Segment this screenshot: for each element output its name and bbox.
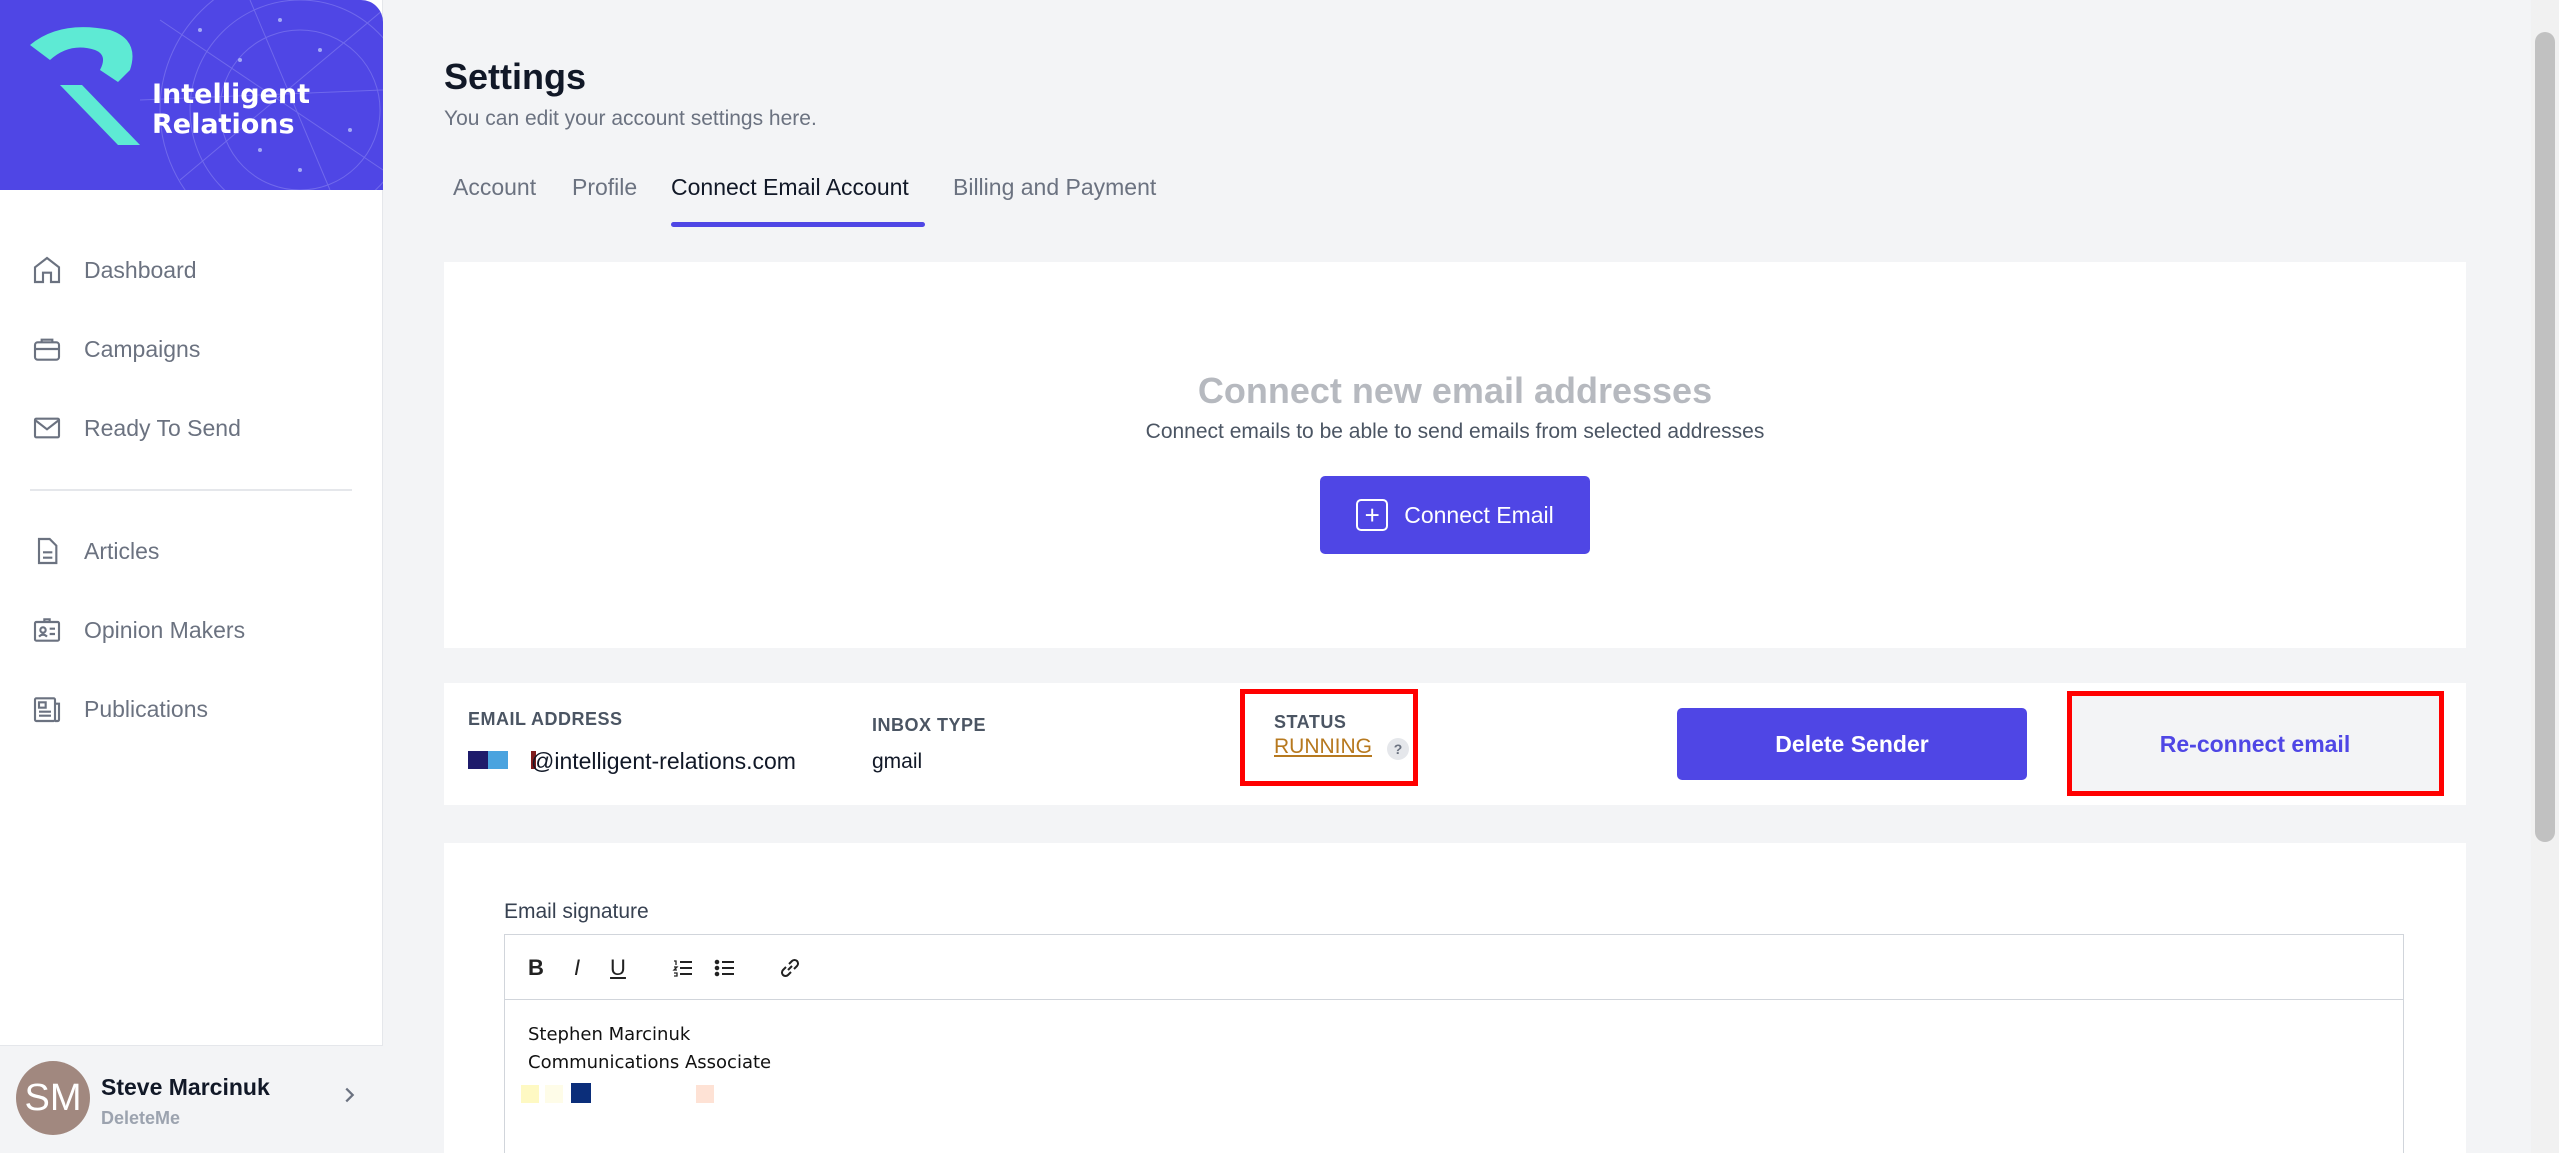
editor-toolbar: B I U: [505, 935, 2403, 1000]
user-name: Steve Marcinuk: [101, 1074, 270, 1100]
underline-button[interactable]: U: [603, 953, 633, 983]
sidebar-item-publications[interactable]: Publications: [30, 687, 360, 731]
sidebar-item-ready-to-send[interactable]: Ready To Send: [30, 406, 360, 450]
bold-button[interactable]: B: [521, 953, 551, 983]
connect-subtitle: Connect emails to be able to send emails…: [1145, 420, 1765, 443]
email-signature-label: Email signature: [504, 900, 649, 923]
delete-sender-button[interactable]: Delete Sender: [1677, 708, 2027, 780]
connect-email-button[interactable]: + Connect Email: [1320, 476, 1590, 554]
sidebar-item-label: Publications: [84, 695, 209, 722]
mail-icon: [30, 411, 64, 445]
tab-connect-email-account[interactable]: Connect Email Account: [671, 174, 909, 201]
sidebar-item-dashboard[interactable]: Dashboard: [30, 248, 360, 292]
document-icon: [30, 534, 64, 568]
connect-title: Connect new email addresses: [1197, 370, 1713, 411]
newspaper-icon: [30, 692, 64, 726]
page-subtitle: You can edit your account settings here.: [444, 107, 817, 130]
signature-title-line: Communications Associate: [528, 1052, 772, 1073]
sidebar: Intelligent Relations Dashboard Campaign…: [0, 0, 383, 1153]
swatch: [488, 751, 508, 769]
sidebar-item-label: Ready To Send: [84, 414, 241, 441]
brand-logo[interactable]: Intelligent Relations: [0, 0, 383, 190]
brand-line-1: Intelligent: [152, 79, 311, 110]
connect-email-label: Connect Email: [1404, 501, 1554, 528]
italic-button[interactable]: I: [562, 953, 592, 983]
scrollbar-thumb[interactable]: [2535, 32, 2555, 842]
sidebar-item-opinion-makers[interactable]: Opinion Makers: [30, 608, 360, 652]
reconnect-email-button[interactable]: Re-connect email: [2079, 708, 2431, 780]
signature-editor[interactable]: B I U Stephen Marcinuk Communications As…: [504, 934, 2404, 1153]
sidebar-item-label: Campaigns: [84, 335, 201, 362]
sidebar-item-articles[interactable]: Articles: [30, 529, 360, 573]
page-title: Settings: [444, 56, 587, 97]
swatch: [508, 751, 531, 769]
plus-square-icon: +: [1356, 499, 1389, 531]
chevron-right-icon[interactable]: [338, 1084, 360, 1111]
user-menu[interactable]: SM Steve Marcinuk DeleteMe: [0, 1045, 383, 1153]
email-address-label: EMAIL ADDRESS: [468, 709, 623, 729]
connect-email-card: Connect new email addresses Connect emai…: [444, 262, 2466, 648]
inbox-type-label: INBOX TYPE: [872, 715, 987, 735]
avatar: SM: [16, 1061, 90, 1135]
email-address-value: @intelligent-relations.com: [531, 748, 796, 774]
link-icon[interactable]: [775, 953, 805, 983]
brand-line-2: Relations: [152, 109, 295, 140]
home-icon: [30, 253, 64, 287]
signature-logo-image: [521, 1083, 714, 1103]
email-redacted-swatches: [468, 751, 536, 769]
briefcase-icon: [30, 332, 64, 366]
tab-billing-and-payment[interactable]: Billing and Payment: [953, 174, 1156, 201]
tab-profile[interactable]: Profile: [572, 174, 637, 201]
ordered-list-icon[interactable]: [668, 953, 698, 983]
email-signature-card: Email signature B I U Stephen Marcinuk C…: [444, 843, 2466, 1153]
nav-divider: [30, 489, 352, 491]
bullet-list-icon[interactable]: [710, 953, 740, 983]
brand-name: Intelligent Relations: [152, 80, 310, 140]
signature-content[interactable]: Stephen Marcinuk Communications Associat…: [528, 1021, 771, 1077]
active-tab-indicator: [671, 222, 925, 227]
user-organization: DeleteMe: [101, 1108, 181, 1128]
sidebar-item-campaigns[interactable]: Campaigns: [30, 327, 360, 371]
inbox-type-value: gmail: [872, 750, 923, 773]
status-highlight-box: [1240, 689, 1418, 786]
tab-account[interactable]: Account: [453, 174, 536, 201]
swatch: [468, 751, 488, 769]
signature-name-line: Stephen Marcinuk: [528, 1024, 691, 1045]
sidebar-item-label: Dashboard: [84, 256, 197, 283]
sidebar-item-label: Opinion Makers: [84, 616, 246, 643]
sidebar-item-label: Articles: [84, 537, 160, 564]
contact-card-icon: [30, 613, 64, 647]
